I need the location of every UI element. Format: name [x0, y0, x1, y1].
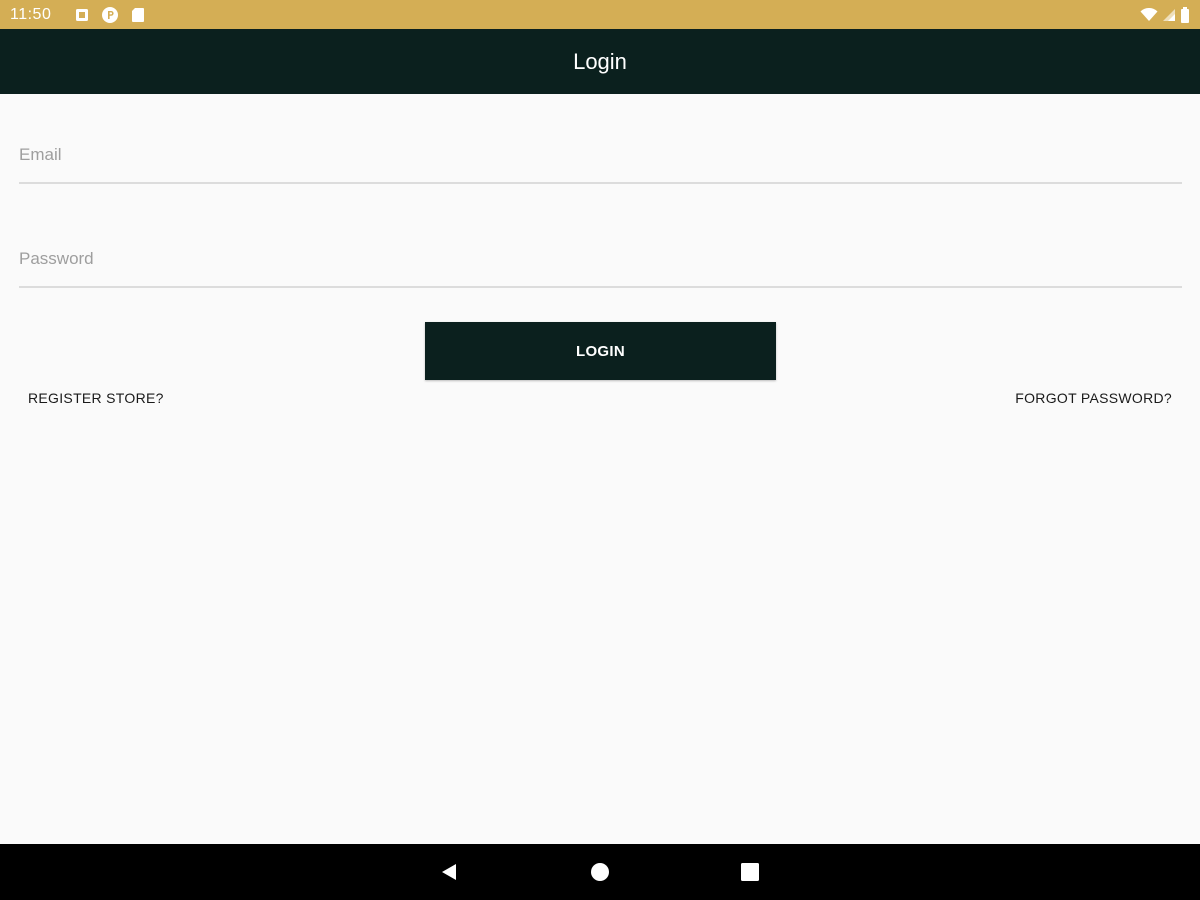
system-nav-bar — [0, 844, 1200, 900]
forgot-password-link[interactable]: FORGOT PASSWORD? — [1015, 390, 1172, 406]
login-button[interactable]: LOGIN — [425, 322, 776, 380]
circle-p-icon — [101, 6, 119, 24]
status-notification-icons — [75, 6, 145, 24]
signal-icon — [1162, 8, 1176, 22]
password-field[interactable] — [19, 244, 1182, 274]
status-bar: 11:50 — [0, 0, 1200, 29]
email-field[interactable] — [19, 140, 1182, 170]
login-screen: 11:50 Login Email LOGIN REGISTER STORE? … — [0, 0, 1200, 900]
image-icon — [75, 8, 89, 22]
status-system-icons — [1140, 6, 1190, 23]
home-icon[interactable] — [588, 860, 612, 884]
status-time: 11:50 — [10, 5, 52, 23]
wifi-icon — [1140, 7, 1158, 22]
battery-icon — [1180, 6, 1190, 23]
password-field-container — [19, 228, 1182, 288]
app-bar: Login — [0, 29, 1200, 94]
email-field-container — [19, 124, 1182, 184]
back-icon[interactable] — [438, 860, 462, 884]
page-title: Login — [573, 48, 627, 74]
recents-icon[interactable] — [738, 860, 762, 884]
sd-card-icon — [131, 7, 145, 23]
register-store-link[interactable]: REGISTER STORE? — [28, 390, 164, 406]
